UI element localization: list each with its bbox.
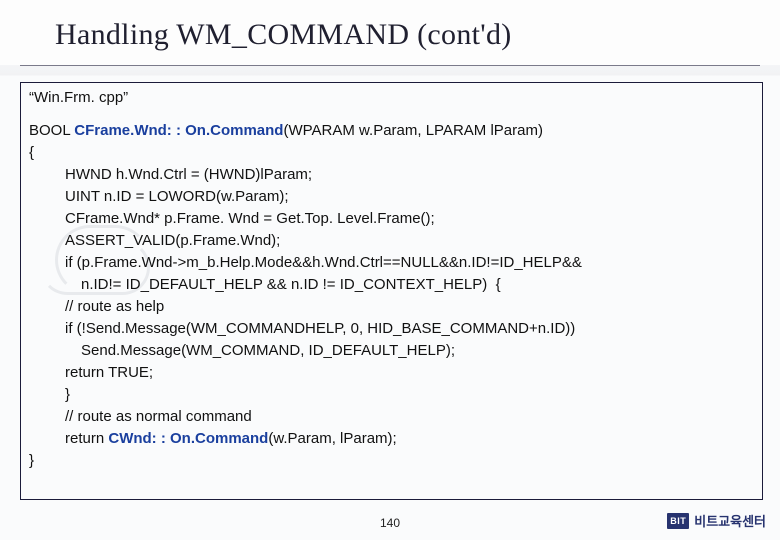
code-line: ASSERT_VALID(p.Frame.Wnd); <box>65 232 280 249</box>
code-text: return <box>65 430 108 447</box>
code-line: BOOL CFrame.Wnd: : On.Command(WPARAM w.P… <box>29 122 543 139</box>
footer-label: 비트교육센터 <box>694 511 766 530</box>
code-line: Send.Message(WM_COMMAND, ID_DEFAULT_HELP… <box>81 342 455 359</box>
code-text: (WPARAM w.Param, LPARAM lParam) <box>283 122 542 139</box>
code-container: “Win.Frm. cpp” BOOL CFrame.Wnd: : On.Com… <box>20 82 763 500</box>
code-text: (w.Param, lParam); <box>268 430 396 447</box>
code-line: return CWnd: : On.Command(w.Param, lPara… <box>65 430 397 447</box>
code-line: CFrame.Wnd* p.Frame. Wnd = Get.Top. Leve… <box>65 210 435 227</box>
code-identifier-highlight: CWnd: : On.Command <box>108 430 268 447</box>
code-line: UINT n.ID = LOWORD(w.Param); <box>65 188 289 205</box>
code-line: n.ID!= ID_DEFAULT_HELP && n.ID != ID_CON… <box>81 276 501 293</box>
slide: Handling WM_COMMAND (cont'd) “Win.Frm. c… <box>0 0 780 540</box>
footer-badge: BIT <box>667 513 689 529</box>
source-filename: “Win.Frm. cpp” <box>29 89 754 106</box>
code-line: { <box>29 144 34 161</box>
code-line: } <box>29 452 34 469</box>
footer-logo: BIT 비트교육센터 <box>667 511 766 530</box>
code-text: BOOL <box>29 122 74 139</box>
code-line: if (!Send.Message(WM_COMMANDHELP, 0, HID… <box>65 320 575 337</box>
code-line: } <box>65 386 70 403</box>
title-underline <box>20 65 760 66</box>
code-line: return TRUE; <box>65 364 153 381</box>
code-block: BOOL CFrame.Wnd: : On.Command(WPARAM w.P… <box>29 120 754 472</box>
code-line: HWND h.Wnd.Ctrl = (HWND)lParam; <box>65 166 312 183</box>
code-line: // route as help <box>65 298 164 315</box>
code-identifier-highlight: CFrame.Wnd: : On.Command <box>74 122 283 139</box>
slide-title: Handling WM_COMMAND (cont'd) <box>55 18 512 52</box>
code-line: // route as normal command <box>65 408 252 425</box>
page-number: 140 <box>380 516 400 530</box>
code-line: if (p.Frame.Wnd->m_b.Help.Mode&&h.Wnd.Ct… <box>65 254 582 271</box>
